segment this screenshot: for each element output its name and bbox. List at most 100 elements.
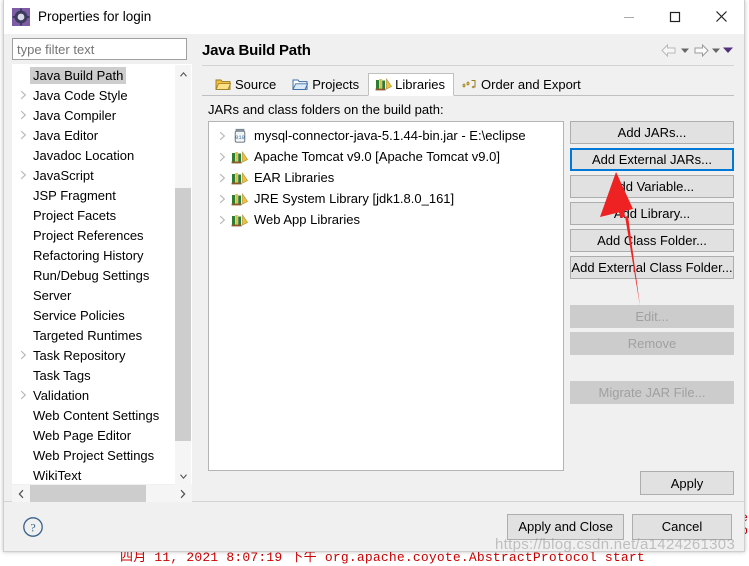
tab-order-and-export[interactable]: Order and Export xyxy=(454,73,590,96)
add-external-jars-button[interactable]: Add External JARs... xyxy=(570,148,734,171)
view-menu-chevron-down-filled-icon[interactable] xyxy=(722,40,734,60)
library-list-item[interactable]: 010 mysql-connector-java-5.1.44-bin.jar -… xyxy=(209,125,563,146)
library-item-label: EAR Libraries xyxy=(254,170,335,185)
sidebar-item-task-repository[interactable]: Task Repository xyxy=(13,345,176,365)
button-group-separator-2 xyxy=(570,359,734,377)
add-class-folder-button[interactable]: Add Class Folder... xyxy=(570,229,734,252)
add-jars-button[interactable]: Add JARs... xyxy=(570,121,734,144)
properties-gear-icon xyxy=(12,7,30,26)
chevron-right-icon[interactable] xyxy=(215,194,231,204)
sidebar-item-wikitext[interactable]: WikiText xyxy=(13,465,176,485)
minimize-icon[interactable] xyxy=(606,0,652,34)
tab-label: Libraries xyxy=(395,76,446,92)
back-dropdown-chevron-down-icon[interactable] xyxy=(680,40,690,60)
sidebar-item-label: Java Editor xyxy=(33,127,99,143)
add-library-button[interactable]: Add Library... xyxy=(570,202,734,225)
chevron-right-icon[interactable] xyxy=(215,152,231,162)
settings-sidebar: Java Build Path Java Code Style Java Compi… xyxy=(4,34,196,502)
sidebar-vertical-scrollbar[interactable] xyxy=(175,65,191,485)
scroll-up-button[interactable] xyxy=(175,65,191,82)
tab-libraries[interactable]: Libraries xyxy=(368,73,455,96)
scroll-right-button[interactable] xyxy=(175,485,192,502)
sidebar-item-refactoring-history[interactable]: Refactoring History xyxy=(13,245,176,265)
chevron-right-icon[interactable] xyxy=(215,173,231,183)
sidebar-item-server[interactable]: Server xyxy=(13,285,176,305)
library-list-item[interactable]: JRE System Library [jdk1.8.0_161] xyxy=(209,188,563,209)
chevron-right-icon[interactable] xyxy=(17,130,31,140)
library-list-item[interactable]: Apache Tomcat v9.0 [Apache Tomcat v9.0] xyxy=(209,146,563,167)
sidebar-item-javascript[interactable]: JavaScript xyxy=(13,165,176,185)
tab-label: Order and Export xyxy=(481,76,581,92)
scroll-down-button[interactable] xyxy=(175,468,191,485)
dialog-body: Java Build Path Java Code Style Java Compi… xyxy=(4,34,744,502)
sidebar-item-label: Project Facets xyxy=(33,207,117,223)
sidebar-item-web-project-settings[interactable]: Web Project Settings xyxy=(13,445,176,465)
chevron-right-icon[interactable] xyxy=(17,350,31,360)
library-item-label: Web App Libraries xyxy=(254,212,360,227)
sidebar-item-project-facets[interactable]: Project Facets xyxy=(13,205,176,225)
sidebar-horizontal-scrollbar[interactable] xyxy=(12,485,192,502)
books-icon xyxy=(231,170,249,186)
library-item-label: Apache Tomcat v9.0 [Apache Tomcat v9.0] xyxy=(254,149,500,164)
libraries-button-column: Add JARs... Add External JARs... Add Varia… xyxy=(564,121,734,465)
maximize-icon[interactable] xyxy=(652,0,698,34)
sidebar-item-java-build-path[interactable]: Java Build Path xyxy=(13,65,176,85)
svg-text:010: 010 xyxy=(235,135,245,141)
close-icon[interactable] xyxy=(698,0,744,34)
scroll-left-button[interactable] xyxy=(12,485,29,502)
remove-button: Remove xyxy=(570,332,734,355)
sidebar-hscroll-thumb[interactable] xyxy=(30,485,146,502)
sidebar-scroll-thumb[interactable] xyxy=(175,188,191,441)
sidebar-item-label: Validation xyxy=(33,387,90,403)
sidebar-item-java-code-style[interactable]: Java Code Style xyxy=(13,85,176,105)
library-list-item[interactable]: EAR Libraries xyxy=(209,167,563,188)
pane-columns: 010 mysql-connector-java-5.1.44-bin.jar -… xyxy=(202,121,734,471)
books-icon xyxy=(231,191,249,207)
chevron-right-icon[interactable] xyxy=(17,110,31,120)
sidebar-item-task-tags[interactable]: Task Tags xyxy=(13,365,176,385)
tab-source[interactable]: Source xyxy=(208,73,285,96)
forward-arrow-icon[interactable] xyxy=(691,40,710,60)
chevron-right-icon[interactable] xyxy=(17,170,31,180)
chevron-right-icon[interactable] xyxy=(17,90,31,100)
sidebar-item-validation[interactable]: Validation xyxy=(13,385,176,405)
watermark: https://blog.csdn.net/a1424261303 xyxy=(495,536,736,553)
back-arrow-icon[interactable] xyxy=(660,40,679,60)
sidebar-item-label: Web Content Settings xyxy=(33,407,160,423)
sidebar-item-java-compiler[interactable]: Java Compiler xyxy=(13,105,176,125)
sidebar-item-service-policies[interactable]: Service Policies xyxy=(13,305,176,325)
sidebar-item-targeted-runtimes[interactable]: Targeted Runtimes xyxy=(13,325,176,345)
libraries-list[interactable]: 010 mysql-connector-java-5.1.44-bin.jar -… xyxy=(208,121,564,471)
sidebar-item-web-page-editor[interactable]: Web Page Editor xyxy=(13,425,176,445)
chevron-right-icon[interactable] xyxy=(215,131,231,141)
order-icon xyxy=(461,76,477,92)
sidebar-item-jsp-fragment[interactable]: JSP Fragment xyxy=(13,185,176,205)
sidebar-item-web-content-settings[interactable]: Web Content Settings xyxy=(13,405,176,425)
forward-dropdown-chevron-down-icon[interactable] xyxy=(711,40,721,60)
pane-label: JARs and class folders on the build path… xyxy=(208,102,444,117)
settings-tree-list: Java Build Path Java Code Style Java Compi… xyxy=(13,65,176,485)
sidebar-item-javadoc-location[interactable]: Javadoc Location xyxy=(13,145,176,165)
properties-dialog: Properties for login Java Build PathJava… xyxy=(3,0,745,552)
library-item-label: mysql-connector-java-5.1.44-bin.jar - E:… xyxy=(254,128,526,143)
help-icon[interactable]: ? xyxy=(22,516,44,538)
chevron-right-icon[interactable] xyxy=(215,215,231,225)
add-external-class-folder-button[interactable]: Add External Class Folder... xyxy=(570,256,734,279)
window-controls xyxy=(606,0,744,34)
add-variable-button[interactable]: Add Variable... xyxy=(570,175,734,198)
sidebar-item-label: Targeted Runtimes xyxy=(33,327,143,343)
apply-button[interactable]: Apply xyxy=(640,471,734,495)
filter-input[interactable] xyxy=(12,38,187,60)
sidebar-item-java-editor[interactable]: Java Editor xyxy=(13,125,176,145)
sidebar-item-run-debug-settings[interactable]: Run/Debug Settings xyxy=(13,265,176,285)
tab-projects[interactable]: Projects xyxy=(285,73,368,96)
sidebar-item-project-references[interactable]: Project References xyxy=(13,225,176,245)
package-icon xyxy=(215,76,232,92)
chevron-right-icon[interactable] xyxy=(17,390,31,400)
settings-tree: Java Build Path Java Code Style Java Compi… xyxy=(12,64,192,485)
library-list-item[interactable]: Web App Libraries xyxy=(209,209,563,230)
sidebar-item-label: Server xyxy=(33,287,72,303)
sidebar-item-label: WikiText xyxy=(33,467,82,483)
tab-label: Source xyxy=(235,76,277,92)
sidebar-item-label: Java Build Path xyxy=(30,66,127,84)
